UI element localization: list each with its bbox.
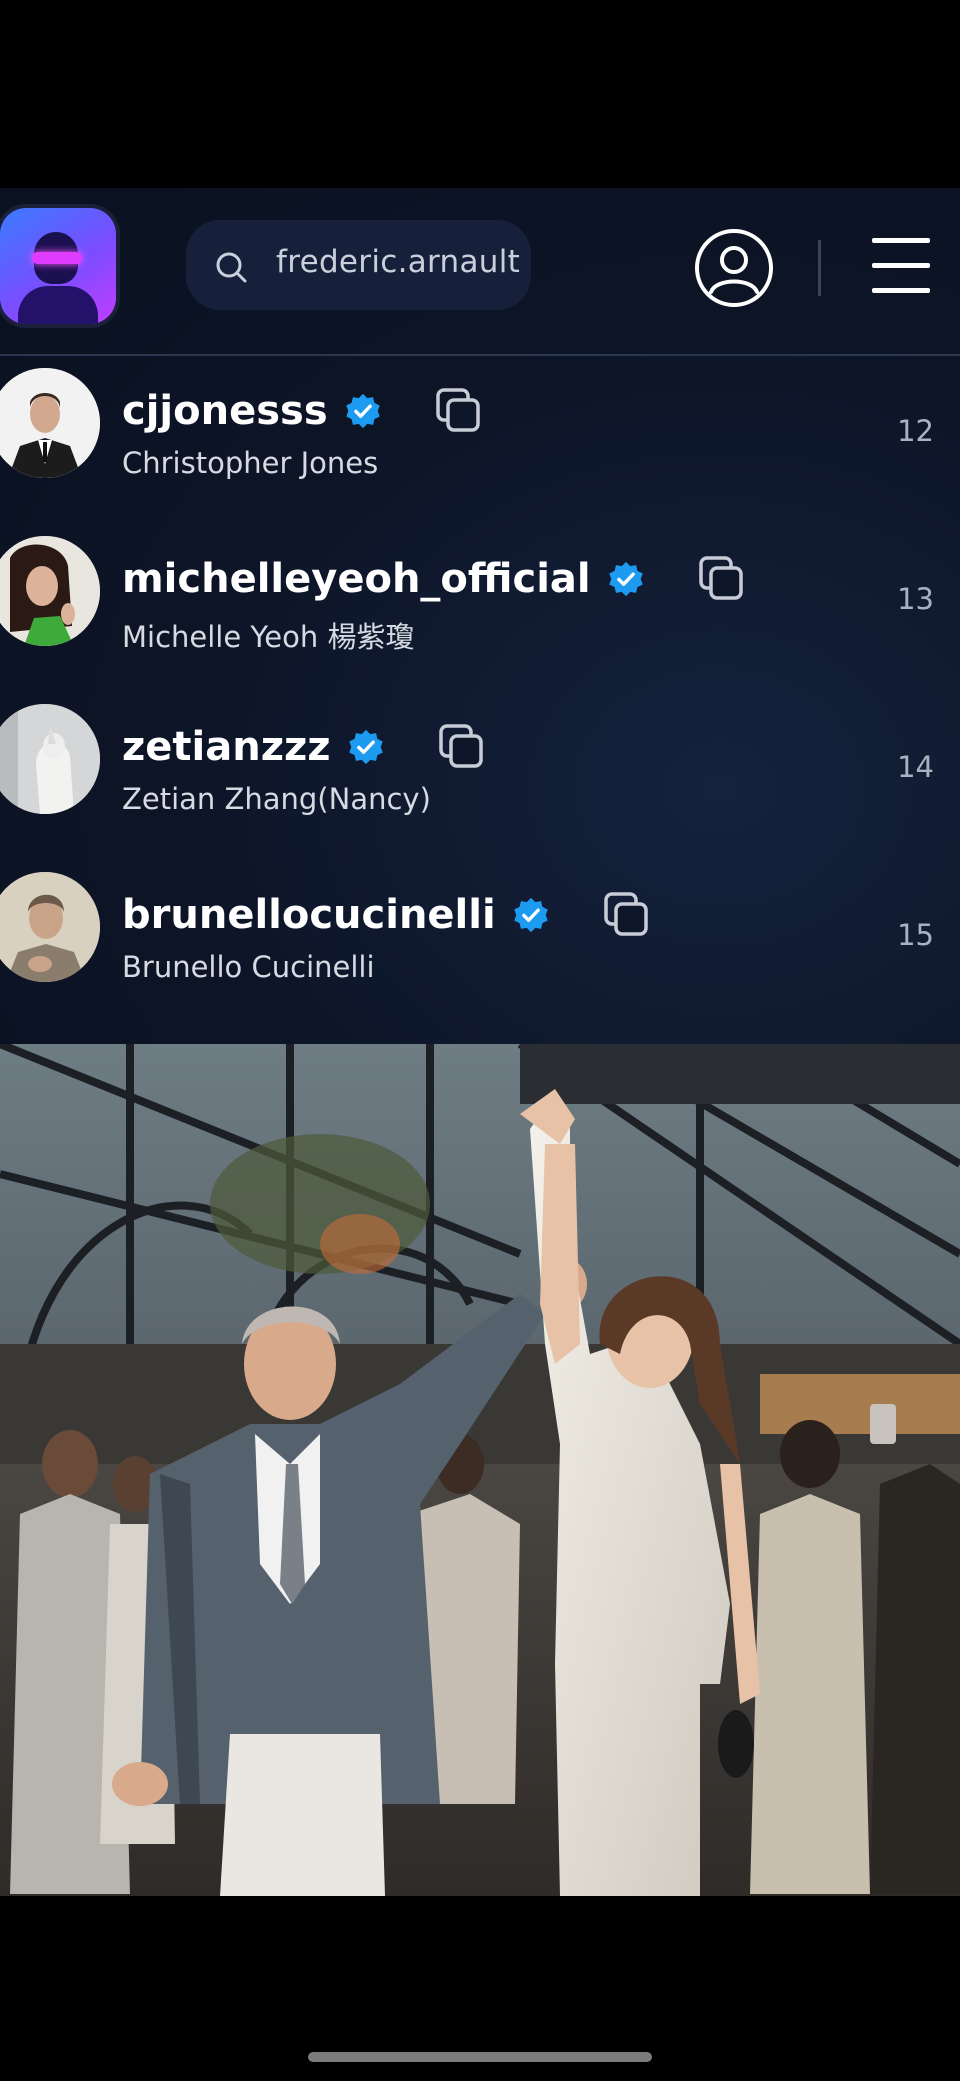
app-logo-icon[interactable] xyxy=(0,208,116,324)
rank-number: 15 xyxy=(897,918,934,952)
event-photo xyxy=(0,1044,960,1896)
avatar[interactable] xyxy=(0,872,100,982)
rank-number: 12 xyxy=(897,414,934,448)
list-item[interactable]: michelleyeoh_official Michelle Yeoh 楊紫瓊 … xyxy=(0,526,960,694)
copy-icon[interactable] xyxy=(602,890,652,940)
status-area xyxy=(0,0,960,188)
home-indicator[interactable] xyxy=(308,2052,652,2062)
search-icon xyxy=(216,252,247,283)
header-divider xyxy=(818,240,821,296)
copy-icon[interactable] xyxy=(434,386,484,436)
verified-badge-icon xyxy=(608,561,643,597)
avatar[interactable] xyxy=(0,536,100,646)
username[interactable]: brunellocucinelli xyxy=(122,892,496,938)
username[interactable]: zetianzzz xyxy=(122,724,331,770)
app-panel: frederic.arnault cjjonesss Christopher J… xyxy=(0,188,960,1044)
verified-badge-icon xyxy=(348,729,383,765)
list-item[interactable]: brunellocucinelli Brunello Cucinelli 15 xyxy=(0,862,960,1030)
copy-icon[interactable] xyxy=(697,554,747,604)
username[interactable]: cjjonesss xyxy=(122,388,328,434)
list-item[interactable]: zetianzzz Zetian Zhang(Nancy) 14 xyxy=(0,694,960,862)
search-query: frederic.arnault xyxy=(276,244,521,280)
avatar[interactable] xyxy=(0,368,100,478)
display-name: Michelle Yeoh 楊紫瓊 xyxy=(122,620,415,654)
display-name: Brunello Cucinelli xyxy=(122,950,375,984)
profile-icon[interactable] xyxy=(694,228,774,308)
display-name: Zetian Zhang(Nancy) xyxy=(122,782,431,816)
app-header: frederic.arnault xyxy=(0,188,960,356)
verified-badge-icon xyxy=(513,897,548,933)
display-name: Christopher Jones xyxy=(122,446,379,480)
rank-number: 13 xyxy=(897,582,934,616)
username[interactable]: michelleyeoh_official xyxy=(122,556,591,602)
copy-icon[interactable] xyxy=(437,722,487,772)
menu-icon[interactable] xyxy=(872,236,930,296)
list-item[interactable]: cjjonesss Christopher Jones 12 xyxy=(0,358,960,526)
rank-number: 14 xyxy=(897,750,934,784)
search-input[interactable]: frederic.arnault xyxy=(186,220,531,310)
verified-badge-icon xyxy=(345,393,380,429)
avatar[interactable] xyxy=(0,704,100,814)
